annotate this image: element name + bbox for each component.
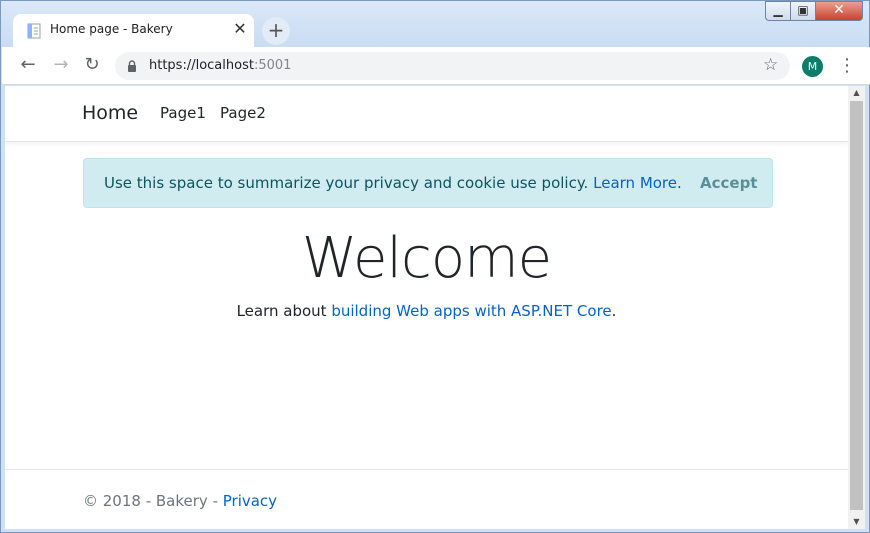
intro-suffix: . [611, 302, 617, 320]
consent-period: . [677, 174, 682, 192]
close-window-button[interactable]: ✕ [815, 1, 863, 21]
browser-toolbar: ← → ↻ https://localhost:5001 ☆ M ⋮ [2, 47, 870, 85]
site-footer: © 2018 - Bakery - Privacy [5, 469, 848, 529]
minimize-button[interactable]: ▁ [765, 1, 791, 21]
tab-title: Home page - Bakery [50, 22, 173, 36]
scroll-up-icon[interactable]: ▲ [848, 86, 865, 100]
footer-text: © 2018 - Bakery - Privacy [83, 492, 277, 510]
browser-window: Home page - Bakery ✕ + ▁ ▣ ✕ ← → ↻ https… [0, 0, 870, 533]
nav-link-page1[interactable]: Page1 [160, 104, 206, 122]
cookie-consent-banner: Use this space to summarize your privacy… [83, 158, 773, 208]
maximize-icon: ▣ [797, 3, 809, 17]
intro-prefix: Learn about [236, 302, 332, 320]
document-icon [27, 23, 41, 39]
intro-text: Learn about building Web apps with ASP.N… [5, 302, 848, 320]
page-title: Welcome [301, 226, 552, 291]
profile-avatar[interactable]: M [802, 56, 823, 77]
bookmark-star-icon[interactable]: ☆ [763, 55, 778, 75]
brand-link[interactable]: Home [82, 102, 138, 124]
site-navbar: Home Page1 Page2 [5, 86, 848, 142]
scroll-thumb[interactable] [850, 101, 863, 510]
close-icon: ✕ [833, 2, 845, 18]
maximize-button[interactable]: ▣ [790, 1, 816, 21]
vertical-scrollbar[interactable]: ▲ ▼ [848, 86, 865, 529]
minimize-icon: ▁ [773, 3, 783, 17]
page-viewport: Home Page1 Page2 Use this space to summa… [5, 86, 848, 529]
lock-icon [128, 60, 136, 72]
back-button[interactable]: ← [16, 54, 40, 78]
learn-more-link[interactable]: Learn More [593, 174, 677, 192]
arrow-left-icon: ← [20, 54, 36, 75]
consent-message: Use this space to summarize your privacy… [104, 174, 682, 192]
consent-text: Use this space to summarize your privacy… [104, 174, 589, 192]
scroll-down-icon[interactable]: ▼ [848, 515, 865, 529]
title-bar: Home page - Bakery ✕ + ▁ ▣ ✕ [1, 1, 869, 47]
nav-link-page2[interactable]: Page2 [220, 104, 266, 122]
privacy-link[interactable]: Privacy [223, 492, 277, 510]
copyright-text: © 2018 - Bakery - [83, 492, 223, 510]
reload-icon: ↻ [84, 54, 100, 75]
forward-button[interactable]: → [49, 54, 73, 78]
address-bar[interactable]: https://localhost:5001 ☆ [115, 52, 790, 80]
menu-icon[interactable]: ⋮ [838, 55, 856, 77]
browser-tab[interactable]: Home page - Bakery ✕ [13, 14, 254, 47]
url-port: :5001 [253, 58, 292, 73]
accept-button[interactable]: Accept [700, 174, 757, 192]
close-tab-icon[interactable]: ✕ [231, 19, 249, 38]
reload-button[interactable]: ↻ [80, 54, 104, 78]
aspnet-docs-link[interactable]: building Web apps with ASP.NET Core [331, 302, 611, 320]
arrow-right-icon: → [53, 54, 69, 75]
address-url[interactable]: https://localhost:5001 [149, 58, 291, 73]
url-host: https://localhost [149, 58, 254, 73]
new-tab-button[interactable]: + [262, 17, 290, 45]
